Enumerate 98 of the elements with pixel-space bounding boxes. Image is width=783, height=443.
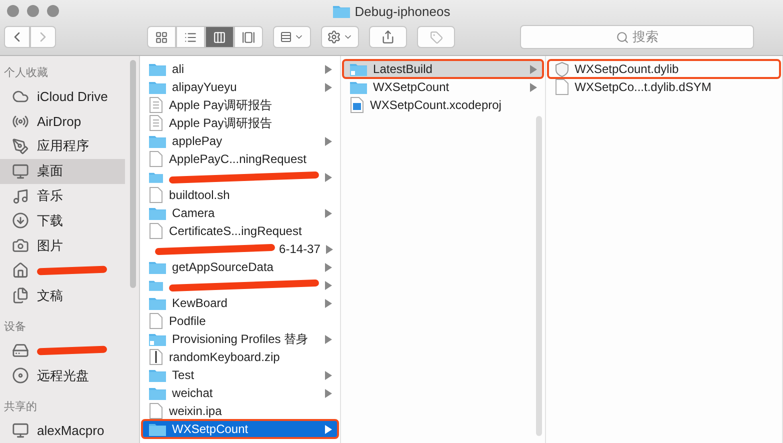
zoom-button[interactable] [47,5,59,17]
home-icon [12,262,29,280]
folder-icon [350,80,368,94]
sidebar-item[interactable]: 应用程序 [0,134,126,159]
folder-icon [149,62,166,76]
folder-icon [149,422,166,436]
icon-view-button[interactable] [147,26,176,48]
desktop-icon [12,162,29,180]
sidebar-heading: 个人收藏 [3,66,49,81]
sidebar-item[interactable]: alexMacpro [0,418,126,443]
search-icon [616,30,628,44]
file-row[interactable]: WXSetpCount [142,420,338,438]
project-file-icon [350,97,364,113]
file-row[interactable]: KewBoard [142,294,338,312]
file-icon [149,187,164,203]
shield-icon [554,62,569,76]
sidebar-heading: 设备 [3,320,27,335]
gallery-icon [242,30,255,44]
computer-icon [12,422,29,440]
window-title: Debug-iphoneos [332,4,450,18]
action-button[interactable] [321,26,359,48]
file-row[interactable]: CertificateS...ingRequest [142,222,338,240]
sidebar-item[interactable]: AirDrop [0,109,126,134]
minimize-button[interactable] [27,5,39,17]
file-icon [554,79,569,95]
columns-icon [213,30,226,44]
folder-icon [149,368,166,382]
arrange-button[interactable] [273,26,311,48]
folder-icon [149,386,166,400]
file-row[interactable]: WXSetpCount [343,78,543,96]
folder-icon [149,278,164,292]
file-row[interactable]: applePay [142,132,338,150]
file-row[interactable]: WXSetpCount.dylib [548,60,780,78]
sidebar-heading: 共享的 [3,400,38,415]
file-row[interactable]: ApplePayC...ningRequest [142,150,338,168]
list-view-button[interactable] [176,26,205,48]
close-button[interactable] [7,5,19,17]
download-icon [12,212,29,230]
file-row[interactable]: weixin.ipa [142,402,338,420]
disclosure-arrow-icon [325,424,332,434]
file-icon [149,313,164,329]
folder-icon [149,260,166,274]
gallery-view-button[interactable] [234,26,263,48]
sidebar-item[interactable]: 音乐 [0,184,126,209]
file-row[interactable]: WXSetpCount.xcodeproj [343,96,543,114]
file-icon [149,223,164,239]
file-icon [149,151,164,167]
folder-icon [149,134,166,148]
sidebar-item[interactable]: 远程光盘 [0,363,126,388]
file-icon [149,403,164,419]
camera-icon [12,237,29,254]
file-row[interactable]: Podfile [142,312,338,330]
folder-icon [149,170,164,184]
file-row[interactable]: Apple Pay调研报告 [142,114,338,132]
grid-icon [155,30,168,44]
disclosure-arrow-icon [325,208,332,218]
file-row[interactable]: Camera [142,204,338,222]
gear-icon [327,30,341,44]
list-icon [184,30,197,44]
sidebar-item[interactable]: iCloud Drive [0,84,126,110]
disclosure-arrow-icon [325,136,332,146]
file-row[interactable]: Test [142,366,338,384]
rows-icon [280,31,292,43]
file-row[interactable]: randomKeyboard.zip [142,348,338,366]
folder-icon [149,206,166,220]
document-icon [149,97,164,113]
sidebar-item[interactable]: 下载 [0,208,126,234]
sidebar-item[interactable]: 桌面 [0,158,126,184]
documents-icon [12,287,29,304]
file-row[interactable]: alipayYueyu [142,78,338,96]
disclosure-arrow-icon [325,172,332,182]
share-icon [381,30,395,44]
file-row[interactable]: Apple Pay调研报告 [142,96,338,114]
back-button[interactable] [4,26,30,48]
file-row[interactable]: 6-14-37 [142,240,338,258]
document-icon [149,115,164,131]
folder-icon [332,4,350,18]
folder-alias-icon [149,332,166,346]
folder-icon [149,80,166,94]
tag-icon [430,30,442,44]
zip-file-icon [149,349,164,365]
sidebar-item[interactable]: 文稿 [0,283,126,308]
file-row[interactable]: LatestBuild [343,60,543,78]
sidebar-item[interactable]: 图片 [0,233,126,258]
folder-alias-icon [350,62,368,76]
file-row[interactable]: WXSetpCo...t.dylib.dSYM [548,78,780,96]
file-row[interactable]: getAppSourceData [142,258,338,276]
folder-icon [149,296,166,310]
column-view-button[interactable] [205,26,234,48]
disc-icon [12,367,29,384]
drive-icon [12,342,29,360]
share-button[interactable] [369,26,407,48]
file-row[interactable]: ali [142,60,338,78]
file-row[interactable]: Provisioning Profiles 替身 [142,330,338,348]
file-row[interactable]: buildtool.sh [142,186,338,204]
music-icon [12,188,29,205]
disclosure-arrow-icon [325,334,332,344]
file-row[interactable]: weichat [142,384,338,402]
